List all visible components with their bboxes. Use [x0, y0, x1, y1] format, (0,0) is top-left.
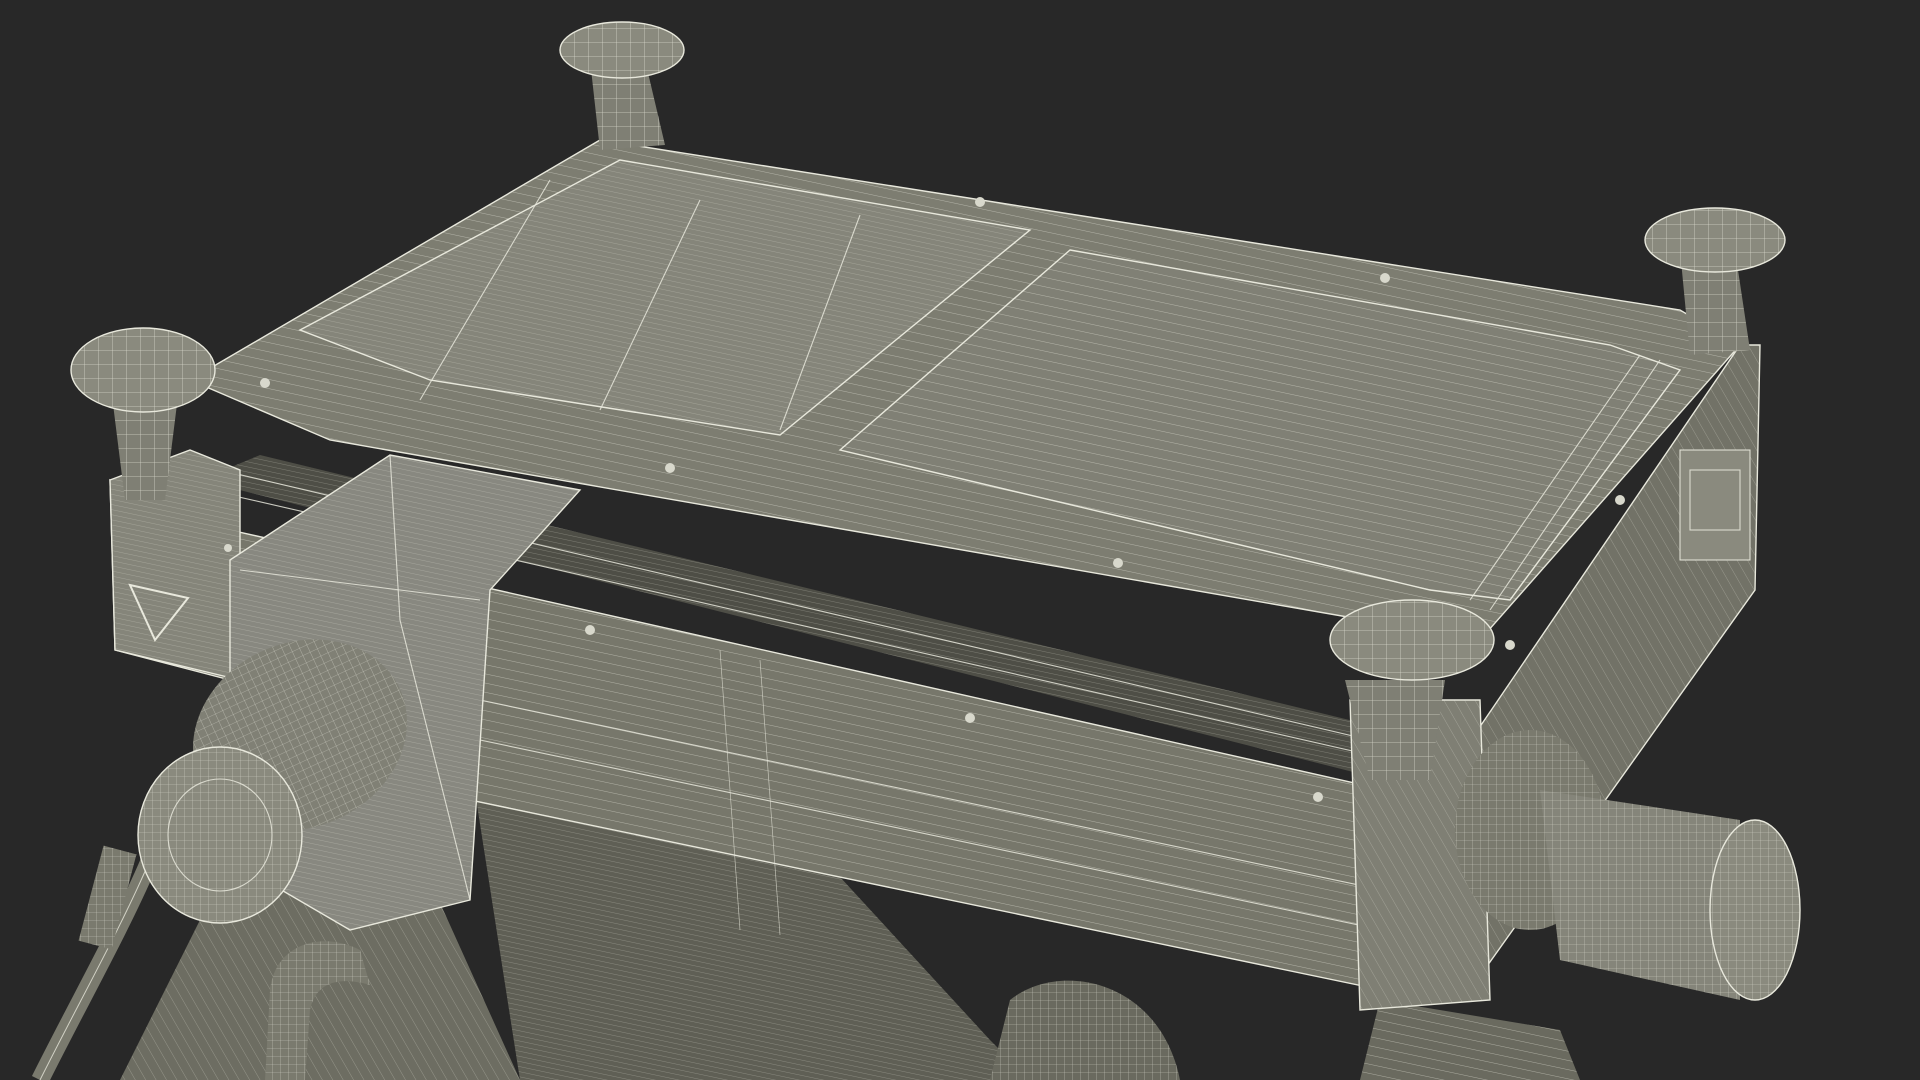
wireframe-model-scene — [0, 0, 1920, 1080]
